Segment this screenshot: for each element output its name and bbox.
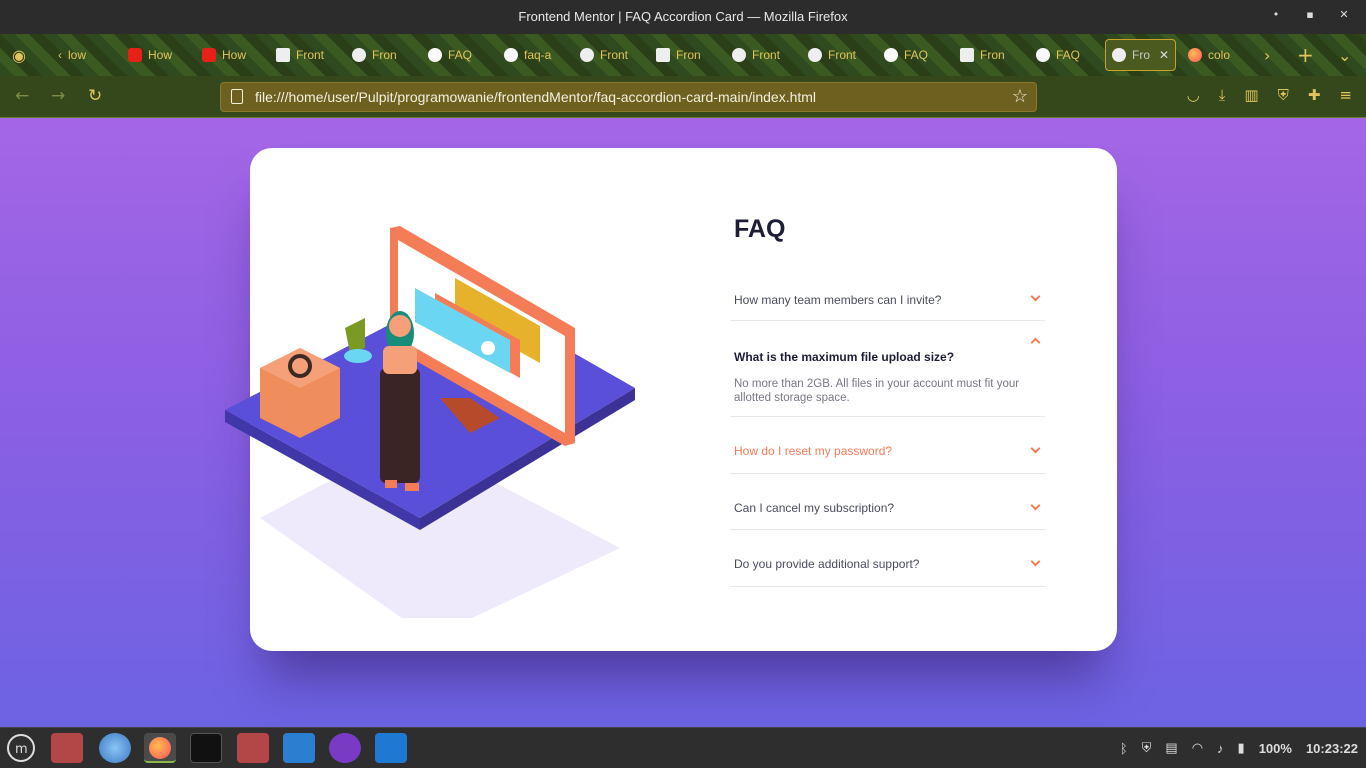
faq-answer: No more than 2GB. All files in your acco…	[734, 378, 1020, 404]
tab-1[interactable]: How	[122, 39, 196, 71]
minimize-button[interactable]: •	[1268, 8, 1284, 21]
faq-question[interactable]: How many team members can I invite?	[734, 293, 941, 307]
tor-browser-icon[interactable]	[329, 733, 361, 763]
faq-item-cancel-subscription[interactable]: Can I cancel my subscription?	[730, 474, 1045, 530]
tab-4[interactable]: Fron	[346, 39, 422, 71]
faq-card: FAQ How many team members can I invite? …	[225, 148, 1117, 651]
tab-14-active[interactable]: Fro ✕	[1105, 39, 1176, 71]
reload-icon[interactable]: ↻	[88, 86, 102, 106]
faq-question[interactable]: What is the maximum file upload size?	[734, 350, 954, 364]
page-title: FAQ	[734, 215, 786, 243]
page-background: FAQ How many team members can I invite? …	[0, 118, 1366, 727]
back-arrow-icon: ‹	[58, 48, 62, 62]
close-window-button[interactable]: ✕	[1336, 8, 1352, 21]
chevron-down-icon[interactable]	[1030, 291, 1041, 302]
bookmark-star-icon[interactable]: ☆	[1012, 86, 1028, 107]
faq-item-additional-support[interactable]: Do you provide additional support?	[730, 530, 1045, 587]
shield-tray-icon[interactable]: ⛨	[1142, 740, 1152, 756]
chevron-up-icon[interactable]	[1030, 337, 1041, 348]
document-icon	[231, 89, 243, 104]
folder-icon[interactable]	[51, 733, 83, 763]
library-icon[interactable]: ▥	[1244, 86, 1258, 104]
page-icon	[656, 48, 670, 62]
bluetooth-icon[interactable]: ᛒ	[1120, 741, 1128, 756]
chromium-icon[interactable]	[99, 733, 131, 763]
firefox-taskbar-icon[interactable]	[144, 733, 176, 763]
faq-question[interactable]: Can I cancel my subscription?	[734, 501, 894, 515]
github-icon	[504, 48, 518, 62]
woman-at-desktop-illustration	[225, 226, 635, 618]
firefox-menu-icon[interactable]: ◉	[12, 46, 26, 65]
back-icon[interactable]: ←	[15, 86, 29, 106]
tab-11[interactable]: FAQ	[878, 39, 954, 71]
extensions-icon[interactable]: ✚	[1308, 86, 1321, 104]
list-all-tabs-icon[interactable]: ⌄	[1338, 46, 1351, 65]
toolbar-icons: ◡ ⤓ ▥ ⛨ ✚ ≡	[1187, 86, 1352, 104]
url-text[interactable]: file:///home/user/Pulpit/programowanie/f…	[255, 89, 816, 105]
tab-8[interactable]: Fron	[650, 39, 726, 71]
globe-icon	[732, 48, 746, 62]
battery-percent: 100%	[1258, 740, 1292, 756]
page-icon	[960, 48, 974, 62]
faq-item-team-members[interactable]: How many team members can I invite?	[730, 288, 1045, 321]
page-icon	[276, 48, 290, 62]
faq-question[interactable]: How do I reset my password?	[734, 444, 892, 458]
svg-text:m: m	[15, 742, 28, 757]
shield-icon[interactable]: ⛨	[1278, 86, 1289, 104]
youtube-icon	[202, 48, 216, 62]
globe-icon	[580, 48, 594, 62]
tab-15[interactable]: colo	[1182, 39, 1258, 71]
tab-5[interactable]: FAQ	[422, 39, 498, 71]
tab-6[interactable]: faq-a	[498, 39, 574, 71]
github-icon	[1036, 48, 1050, 62]
downloads-icon[interactable]: ⤓	[1219, 86, 1226, 104]
github-icon	[428, 48, 442, 62]
tab-13[interactable]: FAQ	[1030, 39, 1104, 71]
battery-icon[interactable]: ▮	[1238, 740, 1245, 756]
window-title: Frontend Mentor | FAQ Accordion Card — M…	[518, 9, 848, 24]
youtube-icon	[128, 48, 142, 62]
tab-12[interactable]: Fron	[954, 39, 1030, 71]
globe-icon	[352, 48, 366, 62]
chevron-down-icon[interactable]	[1030, 443, 1041, 454]
terminal-icon[interactable]	[190, 733, 222, 763]
url-bar[interactable]: file:///home/user/Pulpit/programowanie/f…	[220, 82, 1037, 112]
tab-strip: ◉ ‹ low How How Front Fron FAQ faq-a Fron…	[0, 34, 1366, 76]
globe-icon	[808, 48, 822, 62]
faq-item-file-upload[interactable]: What is the maximum file upload size? No…	[730, 321, 1045, 417]
close-tab-icon[interactable]: ✕	[1159, 48, 1169, 62]
window-controls: • ▪ ✕	[1268, 8, 1352, 21]
wifi-icon[interactable]: ◠	[1192, 740, 1203, 756]
chevron-down-icon[interactable]	[1030, 556, 1041, 567]
tab-7[interactable]: Front	[574, 39, 650, 71]
vscode-icon[interactable]	[283, 733, 315, 763]
forward-icon[interactable]: →	[51, 86, 65, 106]
hamburger-menu-icon[interactable]: ≡	[1339, 86, 1352, 104]
scroll-tabs-right-icon[interactable]: ›	[1264, 46, 1270, 65]
faq-item-reset-password[interactable]: How do I reset my password?	[730, 417, 1045, 474]
chevron-down-icon[interactable]	[1030, 500, 1041, 511]
tab-10[interactable]: Front	[802, 39, 878, 71]
pocket-icon[interactable]: ◡	[1187, 86, 1200, 104]
globe-icon	[1112, 48, 1126, 62]
github-icon	[884, 48, 898, 62]
tab-2[interactable]: How	[196, 39, 270, 71]
clock[interactable]: 10:23:22	[1306, 741, 1358, 756]
new-tab-icon[interactable]: +	[1297, 43, 1314, 67]
maximize-button[interactable]: ▪	[1302, 8, 1318, 21]
window-titlebar: Frontend Mentor | FAQ Accordion Card — M…	[0, 0, 1366, 34]
clipboard-icon[interactable]: ▤	[1165, 740, 1177, 756]
text-editor-icon[interactable]	[375, 733, 407, 763]
tab-0[interactable]: ‹ low	[52, 39, 122, 71]
firefox-icon	[1188, 48, 1202, 62]
volume-icon[interactable]: ♪	[1217, 741, 1224, 756]
mint-menu-icon[interactable]: m	[5, 733, 37, 763]
nav-bar: ← → ↻ file:///home/user/Pulpit/programow…	[0, 76, 1366, 118]
tab-9[interactable]: Front	[726, 39, 802, 71]
faq-question[interactable]: Do you provide additional support?	[734, 557, 919, 571]
tab-3[interactable]: Front	[270, 39, 346, 71]
taskbar: m ᛒ ⛨ ▤ ◠ ♪ ▮ 100% 10:23:22	[0, 727, 1366, 768]
system-tray: ᛒ ⛨ ▤ ◠ ♪ ▮ 100% 10:23:22	[1120, 740, 1358, 756]
files-icon[interactable]	[237, 733, 269, 763]
